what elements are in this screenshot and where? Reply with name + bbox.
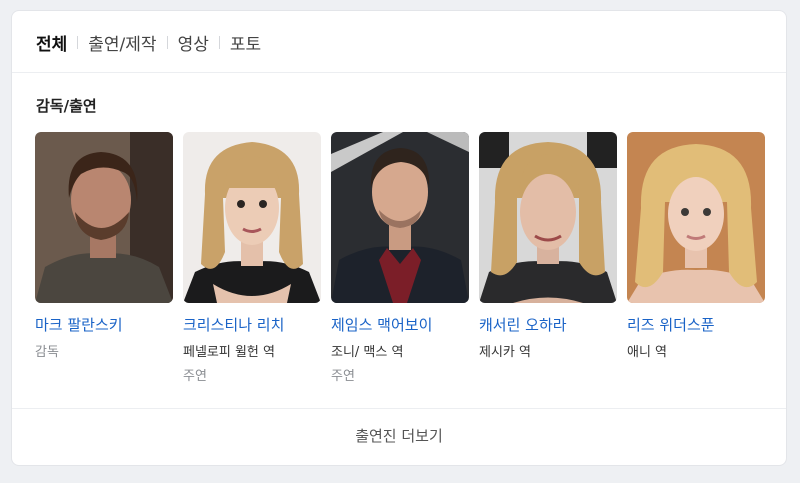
cast-member[interactable]: 마크 팔란스키 감독 <box>35 132 173 360</box>
cast-photo[interactable] <box>627 132 765 303</box>
divider <box>12 72 786 73</box>
cast-card: 전체 출연/제작 영상 포토 감독/출연 마크 팔란스키 감독 크리스티나 리치… <box>11 10 787 466</box>
cast-photo[interactable] <box>35 132 173 303</box>
cast-name[interactable]: 캐서린 오하라 <box>479 314 617 335</box>
cast-role: 감독 <box>35 345 59 360</box>
cast-role: 페넬로피 윌헌 역 <box>183 345 275 360</box>
tab-separator <box>77 35 79 49</box>
cast-role: 조니/ 맥스 역 <box>331 345 404 360</box>
cast-member[interactable]: 캐서린 오하라 제시카 역 <box>479 132 617 360</box>
tab-separator <box>166 35 168 49</box>
cast-role: 제시카 역 <box>479 345 531 360</box>
cast-name[interactable]: 크리스티나 리치 <box>183 314 321 335</box>
cast-photo[interactable] <box>183 132 321 303</box>
cast-member[interactable]: 리즈 위더스푼 애니 역 <box>627 132 765 360</box>
tab-cast-crew[interactable]: 출연/제작 <box>88 30 156 55</box>
cast-photo[interactable] <box>479 132 617 303</box>
cast-name[interactable]: 마크 팔란스키 <box>35 314 173 335</box>
divider <box>12 408 786 409</box>
tab-photo[interactable]: 포토 <box>230 30 261 55</box>
section-title: 감독/출연 <box>36 97 97 115</box>
cast-role: 애니 역 <box>627 345 668 360</box>
cast-role-type: 주연 <box>331 369 355 384</box>
more-cast-button[interactable]: 출연진 더보기 <box>12 425 786 446</box>
cast-role-type: 주연 <box>183 369 207 384</box>
tab-bar: 전체 출연/제작 영상 포토 <box>36 30 261 55</box>
cast-member[interactable]: 제임스 맥어보이 조니/ 맥스 역 주연 <box>331 132 469 384</box>
tab-all[interactable]: 전체 <box>36 30 67 55</box>
tab-separator <box>218 35 220 49</box>
cast-name[interactable]: 리즈 위더스푼 <box>627 314 765 335</box>
cast-list: 마크 팔란스키 감독 크리스티나 리치 페넬로피 윌헌 역 주연 제임스 맥어보… <box>35 132 775 392</box>
cast-name[interactable]: 제임스 맥어보이 <box>331 314 469 335</box>
tab-video[interactable]: 영상 <box>178 30 209 55</box>
cast-photo[interactable] <box>331 132 469 303</box>
cast-member[interactable]: 크리스티나 리치 페넬로피 윌헌 역 주연 <box>183 132 321 384</box>
